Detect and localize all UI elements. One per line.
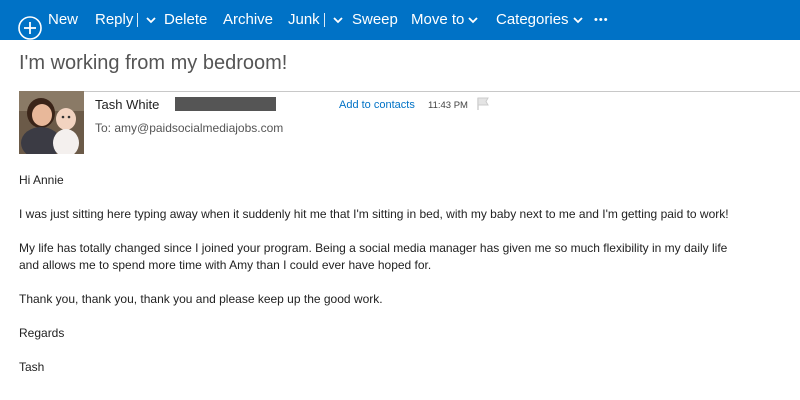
message-time: 11:43 PM [428, 100, 468, 111]
body-paragraph: Thank you, thank you, thank you and plea… [19, 292, 383, 306]
header-divider [19, 91, 800, 92]
categories-label: Categories [496, 11, 569, 28]
move-to-button[interactable]: Move to [411, 0, 478, 40]
new-label: New [48, 11, 79, 28]
message-body: Hi Annie I was just sitting here typing … [19, 172, 749, 393]
body-paragraph: My life has totally changed since I join… [19, 241, 728, 272]
chevron-down-icon [468, 0, 478, 40]
recipient-line: To: amy@paidsocialmediajobs.com [95, 121, 284, 135]
sender-photo-image [19, 91, 84, 154]
chevron-down-icon[interactable] [146, 0, 156, 40]
move-to-label: Move to [411, 11, 465, 28]
plus-circle-icon [18, 8, 42, 40]
divider [323, 13, 325, 28]
add-to-contacts-link[interactable]: Add to contacts [339, 99, 415, 111]
body-paragraph: Regards [19, 326, 65, 340]
redacted-email-bar [175, 97, 276, 111]
avatar[interactable] [19, 91, 84, 154]
reply-button[interactable]: Reply [95, 0, 156, 40]
categories-button[interactable]: Categories [496, 0, 583, 40]
reply-label: Reply [95, 11, 134, 28]
sender-name[interactable]: Tash White [95, 97, 159, 112]
more-actions-button[interactable]: ••• [594, 0, 609, 40]
body-paragraph: I was just sitting here typing away when… [19, 207, 729, 221]
new-button[interactable]: New [18, 0, 80, 40]
message-subject: I'm working from my bedroom! [19, 52, 288, 74]
body-paragraph: Tash [19, 360, 45, 374]
command-bar: New Reply Delete Archive Junk Sweep Move… [0, 0, 800, 40]
sweep-button[interactable]: Sweep [352, 0, 398, 40]
flag-icon[interactable] [476, 97, 490, 111]
chevron-down-icon [572, 0, 583, 40]
junk-button[interactable]: Junk [288, 0, 343, 40]
delete-button[interactable]: Delete [164, 0, 207, 40]
archive-button[interactable]: Archive [223, 0, 273, 40]
junk-label: Junk [288, 11, 320, 28]
body-paragraph: Hi Annie [19, 173, 64, 187]
divider [137, 13, 139, 28]
chevron-down-icon[interactable] [333, 0, 343, 40]
